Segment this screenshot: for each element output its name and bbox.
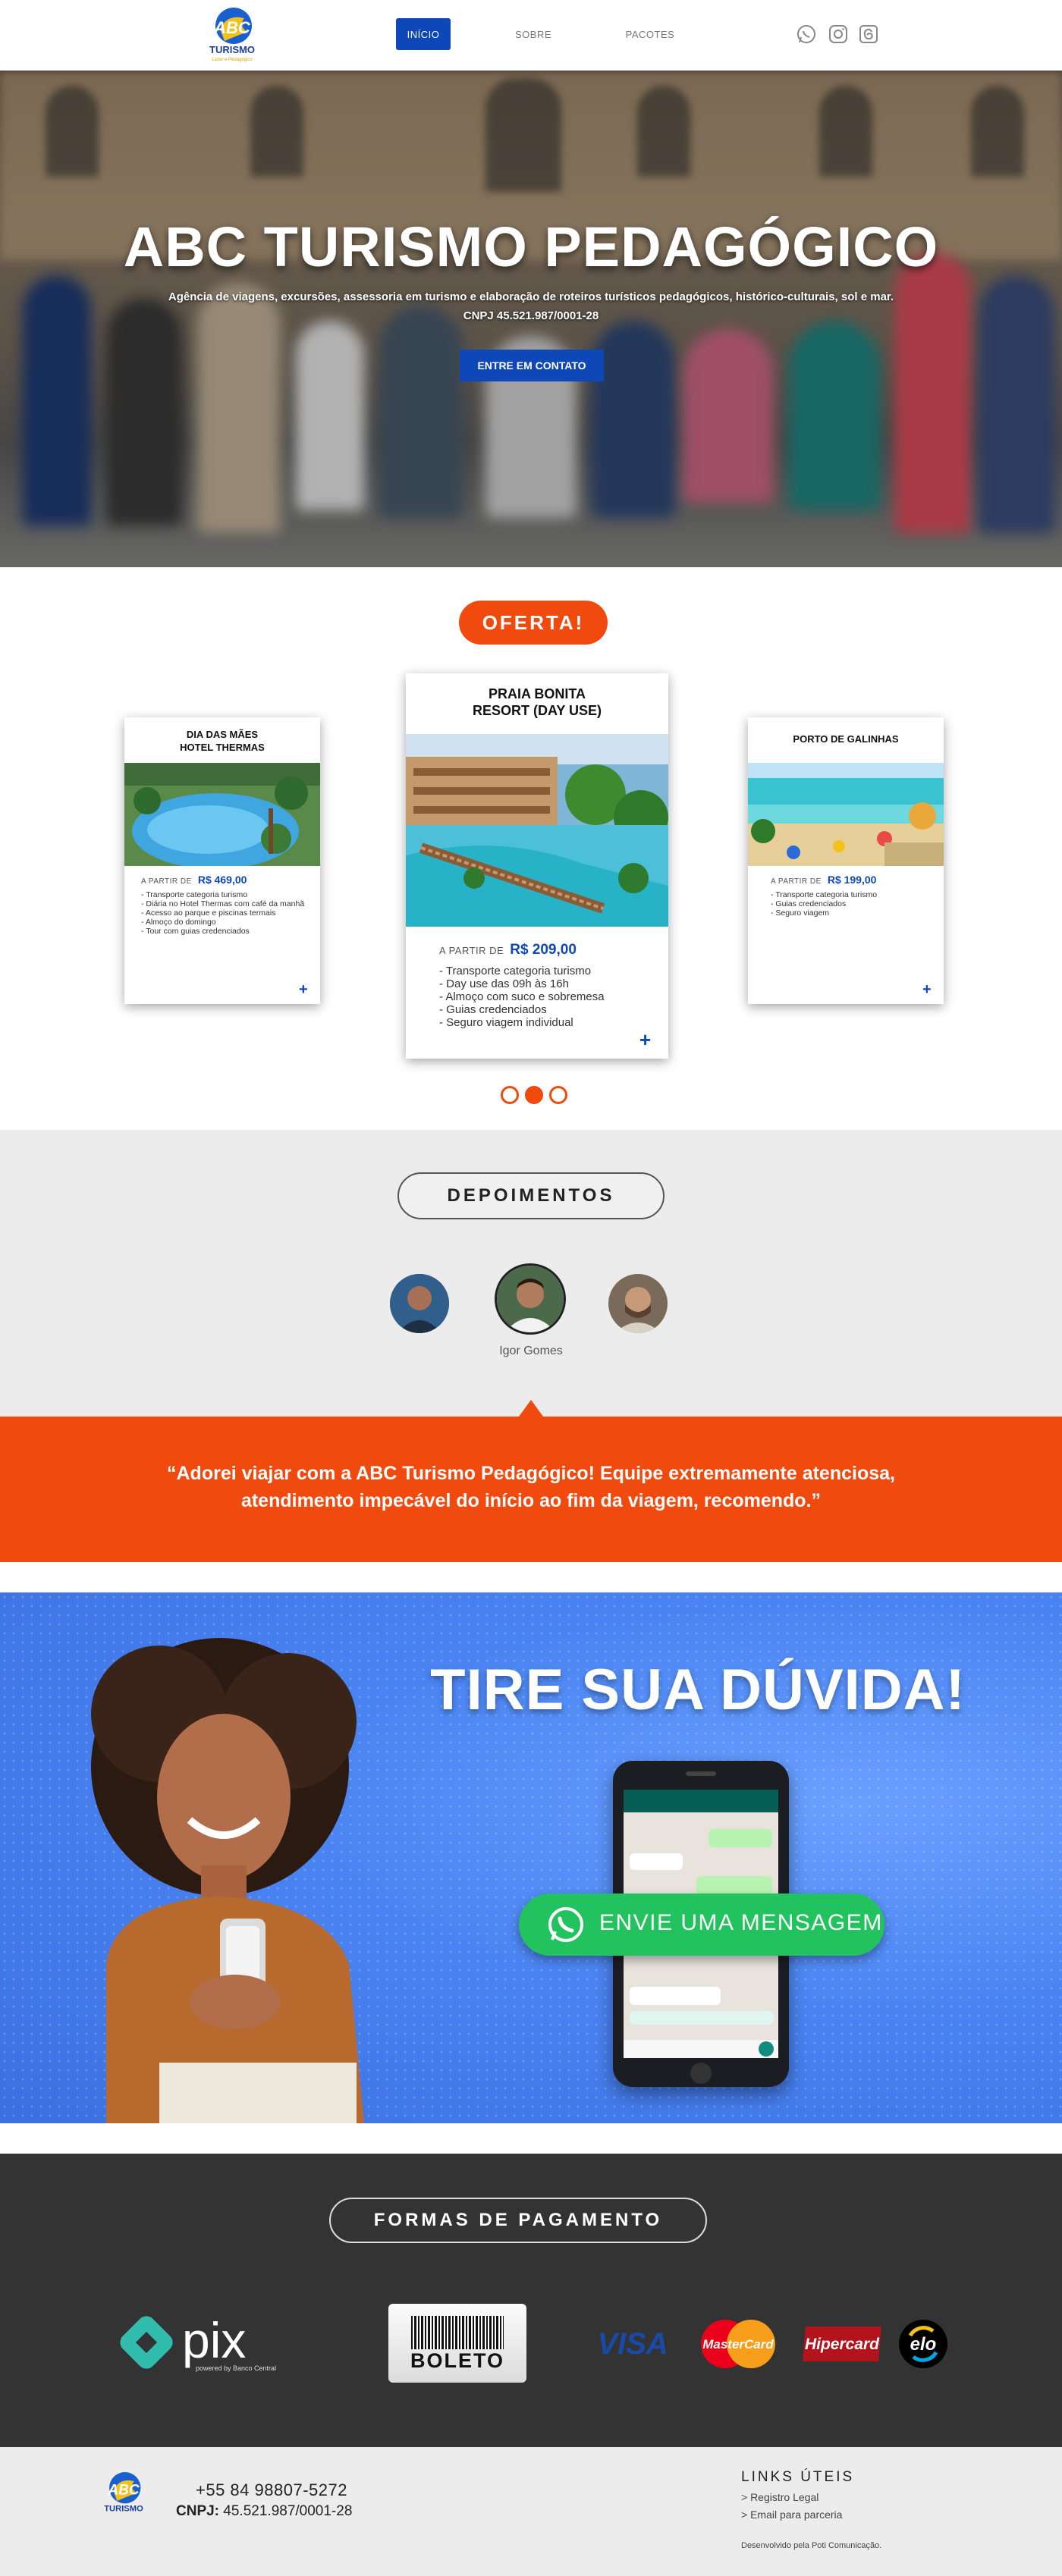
boleto-logo: BOLETO [388,2304,526,2383]
svg-text:TURISMO: TURISMO [209,44,255,55]
feature-item: - Diária no Hotel Thermas com café da ma… [141,899,305,908]
offer-card-praia-bonita[interactable]: PRAIA BONITA RESORT (DAY USE) A PARTIR D… [406,673,668,1059]
price-value: R$ 469,00 [197,874,247,886]
expand-plus-icon[interactable]: + [299,981,308,999]
carousel-dot-1[interactable] [501,1086,519,1104]
footer-phone[interactable]: +55 84 98807-5272 [196,2480,347,2500]
hero-cnpj: CNPJ 45.521.987/0001-28 [463,309,599,322]
offer-card-porto-de-galinhas[interactable]: PORTO DE GALINHAS A PARTIR DE R$ 199,00 … [748,717,944,1004]
whatsapp-icon[interactable] [795,23,818,45]
abc-turismo-logo[interactable]: ABC TURISMO Lazer e Pedagógico [205,6,259,64]
nav-sobre[interactable]: SOBRE [507,18,560,50]
feature-item: - Transporte categoria turismo [439,965,592,977]
avatar-active[interactable] [495,1263,566,1335]
feature-item: - Guias credenciados [439,1003,547,1016]
send-message-button[interactable]: ENVIE UMA MENSAGEM [519,1894,884,1956]
hero-subtitle: Agência de viagens, excursões, assessori… [168,290,894,303]
expand-plus-icon[interactable]: + [922,981,932,999]
svg-text:ABC: ABC [107,2482,139,2498]
useful-links-heading: LINKS ÚTEIS [741,2469,855,2485]
pix-subtitle: powered by Banco Central [196,2364,277,2372]
porto-de-galinhas-image [748,763,944,866]
feature-item: - Seguro viagem individual [439,1016,573,1029]
testimonial-quote: “Adorei viajar com a ABC Turismo Pedagóg… [167,1463,895,1511]
feature-item: - Transporte categoria turismo [141,890,248,899]
feature-item: - Guias credenciados [771,899,847,908]
carousel-dot-3[interactable] [549,1086,567,1104]
send-message-label: ENVIE UMA MENSAGEM [599,1910,883,1935]
developer-credit: Desenvolvido pela Poti Comunicação. [741,2541,882,2550]
offer-card-title: PRAIA BONITA RESORT (DAY USE) [472,686,602,718]
offer-card-title: PORTO DE GALINHAS [793,733,899,745]
whatsapp-title: TIRE SUA DÚVIDA! [430,1658,966,1722]
visa-logo: VISA [597,2327,668,2361]
payment-heading: FORMAS DE PAGAMENTO [329,2198,707,2243]
offer-card-dia-das-maes[interactable]: DIA DAS MÃES HOTEL THERMAS A PARTIR DE R… [124,717,320,1004]
mastercard-logo: MasterCard [695,2319,781,2369]
price-label: A PARTIR DE [771,877,822,886]
elo-logo: elo [898,2319,948,2369]
svg-text:MasterCard: MasterCard [702,2337,774,2352]
hero-banner: ABC TURISMO PEDAGÓGICO Agência de viagen… [0,71,1062,567]
expand-plus-icon[interactable]: + [639,1028,651,1052]
price-label: A PARTIR DE [439,945,504,956]
feature-list: - Transporte categoria turismo - Day use… [439,965,659,1029]
feature-item: - Tour com guias credenciados [141,927,250,936]
feature-item: - Day use das 09h às 16h [439,977,569,990]
carousel-dot-2[interactable] [525,1086,543,1104]
oferta-badge: OFERTA! [459,601,608,645]
feature-item: - Seguro viagem [771,908,830,918]
feature-item: - Acesso ao parque e piscinas termais [141,908,276,918]
svg-text:Hipercard: Hipercard [805,2336,880,2353]
pix-text: pix [182,2312,247,2368]
testimonials-heading: DEPOIMENTOS [397,1172,665,1219]
link-email-parceria[interactable]: > Email para parceria [741,2509,842,2521]
threads-icon[interactable] [857,23,880,45]
hipercard-logo: Hipercard [800,2319,884,2369]
footer-logo[interactable]: ABC TURISMO [100,2471,147,2521]
price-value: R$ 199,00 [827,874,877,886]
link-registro-legal[interactable]: > Registro Legal [741,2491,818,2503]
pix-icon [120,2316,173,2369]
site-footer [0,2447,1062,2576]
praia-bonita-resort-image [406,734,668,927]
boleto-label: BOLETO [410,2349,504,2372]
nav-pacotes[interactable]: PACOTES [616,18,684,50]
contact-button[interactable]: ENTRE EM CONTATO [460,350,604,381]
feature-item: - Almoço do domingo [141,918,216,927]
offer-card-title: DIA DAS MÃES HOTEL THERMAS [180,729,265,753]
hero-title: ABC TURISMO PEDAGÓGICO [123,215,939,278]
feature-list: - Transporte categoria turismo - Diária … [141,890,308,936]
hotel-thermas-image [124,763,320,866]
svg-text:elo: elo [910,2334,937,2355]
avatar[interactable] [608,1274,668,1333]
woman-with-phone-illustration [91,1638,364,2123]
svg-text:TURISMO: TURISMO [104,2505,143,2514]
price-label: A PARTIR DE [141,877,192,886]
instagram-icon[interactable] [827,23,850,45]
price-value: R$ 209,00 [510,942,577,958]
testimonial-author: Igor Gomes [499,1344,563,1357]
pix-logo: pix powered by Banco Central [112,2308,294,2377]
svg-text:Lazer e Pedagógico: Lazer e Pedagógico [212,58,253,62]
avatar[interactable] [390,1274,449,1333]
svg-text:ABC: ABC [213,18,251,37]
whatsapp-icon [548,1907,583,1942]
feature-list: - Transporte categoria turismo - Guias c… [771,890,938,918]
footer-cnpj: CNPJ: 45.521.987/0001-28 [176,2503,353,2519]
testimonial-pointer [519,1400,543,1417]
nav-inicio[interactable]: INÍCIO [396,18,451,50]
feature-item: - Transporte categoria turismo [771,890,878,899]
site-header: ABC TURISMO Lazer e Pedagógico INÍCIO SO… [0,0,1062,71]
feature-item: - Almoço com suco e sobremesa [439,990,605,1003]
